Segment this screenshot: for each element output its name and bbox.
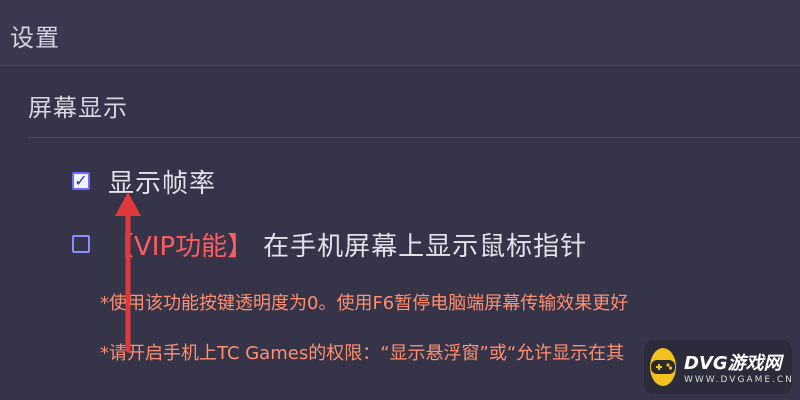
arrow-head-icon: [115, 192, 141, 216]
watermark: DVG游戏网 WWW.DVGAME.CN: [644, 340, 792, 394]
option-show-mouse-pointer[interactable]: 【VIP功能】 在手机屏幕上显示鼠标指针: [72, 226, 587, 262]
title-bar: 设置: [0, 0, 800, 66]
show-framerate-checkbox[interactable]: ✓: [72, 172, 90, 190]
checkmark-icon: ✓: [74, 171, 88, 190]
note-transparency: *使用该功能按键透明度为0。使用F6暂停电脑端屏幕传输效果更好: [100, 293, 629, 314]
show-mouse-pointer-label[interactable]: 在手机屏幕上显示鼠标指针: [263, 226, 587, 263]
watermark-url: WWW.DVGAME.CN: [684, 375, 794, 385]
red-arrow-annotation: [115, 192, 141, 353]
window-title: 设置: [10, 24, 60, 52]
show-mouse-pointer-checkbox[interactable]: [72, 235, 90, 253]
gamepad-icon: [650, 348, 676, 386]
section-divider: [28, 137, 800, 138]
section-title: 屏幕显示: [28, 94, 128, 122]
watermark-brand: DVG游戏网: [684, 353, 782, 374]
